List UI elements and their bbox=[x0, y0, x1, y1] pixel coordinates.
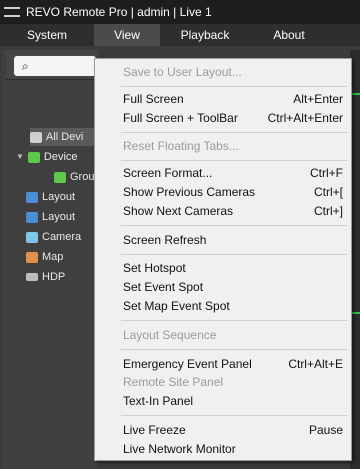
tree-item-device[interactable]: ▼ Device bbox=[16, 148, 98, 166]
tree-item-layout-1[interactable]: Layout bbox=[26, 188, 98, 206]
tree-item-camera[interactable]: Camera bbox=[26, 228, 98, 246]
tree-item-label: Map bbox=[42, 251, 64, 263]
hdp-icon bbox=[26, 273, 38, 281]
menu-item-screen-refresh[interactable]: Screen Refresh bbox=[123, 231, 343, 249]
menu-about[interactable]: About bbox=[250, 24, 328, 46]
tree-item-label: Camera bbox=[42, 231, 82, 243]
menu-item-set-event-spot[interactable]: Set Event Spot bbox=[123, 278, 343, 296]
tree-item-label: Layout bbox=[42, 211, 76, 223]
menu-system[interactable]: System bbox=[0, 24, 94, 46]
menu-item-remote-site-panel: Remote Site Panel bbox=[123, 375, 224, 389]
group-icon bbox=[54, 171, 66, 183]
menu-separator bbox=[121, 225, 347, 226]
view-menu-dropdown: Save to User Layout... Full Screen Alt+En… bbox=[94, 58, 352, 461]
layout-icon bbox=[26, 211, 38, 223]
tree-item-label: All Devi bbox=[46, 131, 84, 143]
menu-item-save-to-user-layout: Save to User Layout... bbox=[123, 65, 242, 79]
menu-item-show-previous-cameras[interactable]: Show Previous Cameras Ctrl+[ bbox=[123, 183, 343, 201]
tree-item-all-devices[interactable]: All Devi bbox=[30, 128, 98, 146]
tree-item-label: Grou bbox=[70, 171, 95, 183]
menu-separator bbox=[121, 254, 347, 255]
search-icon: ⌕ bbox=[22, 59, 29, 73]
menu-item-set-hotspot[interactable]: Set Hotspot bbox=[123, 259, 343, 277]
menu-item-live-freeze[interactable]: Live Freeze Pause bbox=[123, 421, 343, 439]
site-search-input[interactable]: ⌕ bbox=[14, 56, 96, 76]
menu-item-set-map-event-spot[interactable]: Set Map Event Spot bbox=[123, 297, 343, 315]
menu-bar: System View Playback About bbox=[0, 24, 360, 46]
menu-item-reset-floating-tabs: Reset Floating Tabs... bbox=[123, 139, 239, 153]
menu-item-full-screen-toolbar[interactable]: Full Screen + ToolBar Ctrl+Alt+Enter bbox=[123, 109, 343, 127]
device-group-icon bbox=[27, 151, 40, 163]
menu-item-emergency-event-panel[interactable]: Emergency Event Panel Ctrl+Alt+E bbox=[123, 355, 343, 373]
title-bar: REVO Remote Pro | admin | Live 1 bbox=[0, 0, 360, 24]
tree-item-map[interactable]: Map bbox=[26, 248, 98, 266]
tree-item-label: Device bbox=[43, 151, 78, 163]
tree-item-hdp[interactable]: HDP bbox=[26, 268, 98, 286]
menu-item-text-in-panel[interactable]: Text-In Panel bbox=[123, 392, 343, 410]
device-list-icon bbox=[30, 131, 42, 143]
menu-item-show-next-cameras[interactable]: Show Next Cameras Ctrl+] bbox=[123, 202, 343, 220]
menu-playback[interactable]: Playback bbox=[160, 24, 250, 46]
menu-item-full-screen[interactable]: Full Screen Alt+Enter bbox=[123, 90, 343, 108]
menu-separator bbox=[121, 160, 347, 161]
layout-icon bbox=[26, 191, 38, 203]
expand-arrow-icon[interactable]: ▼ bbox=[16, 148, 24, 166]
menu-separator bbox=[121, 132, 347, 133]
tree-item-label: Layout bbox=[42, 191, 76, 203]
menu-separator bbox=[121, 415, 347, 416]
window-title: REVO Remote Pro | admin | Live 1 bbox=[26, 5, 212, 19]
menu-item-live-network-monitor[interactable]: Live Network Monitor bbox=[123, 440, 343, 458]
menu-separator bbox=[121, 86, 347, 87]
menu-separator bbox=[121, 349, 347, 350]
menu-separator bbox=[121, 320, 347, 321]
tree-item-group[interactable]: Grou bbox=[54, 168, 98, 186]
tree-item-layout-2[interactable]: Layout bbox=[26, 208, 98, 226]
app-logo-icon bbox=[4, 7, 20, 17]
map-icon bbox=[26, 251, 38, 263]
menu-item-screen-format[interactable]: Screen Format... Ctrl+F bbox=[123, 164, 343, 182]
tree-item-label: HDP bbox=[42, 271, 66, 283]
camera-icon bbox=[26, 231, 38, 243]
menu-item-layout-sequence: Layout Sequence bbox=[123, 328, 217, 342]
menu-view[interactable]: View bbox=[94, 24, 160, 46]
